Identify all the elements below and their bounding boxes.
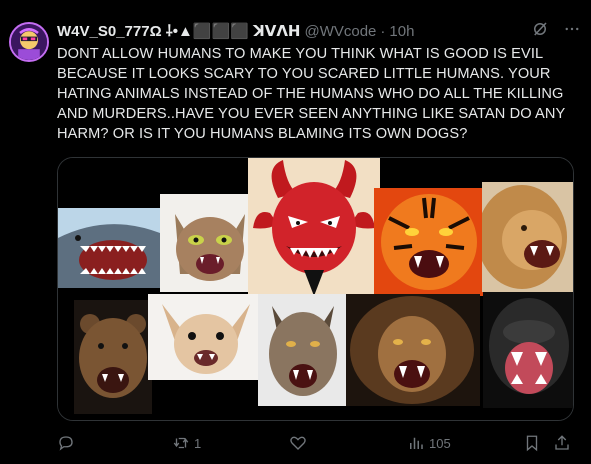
more-dots-icon[interactable] bbox=[563, 20, 581, 42]
chihuahua-image bbox=[148, 294, 264, 380]
views-bar-chart-icon bbox=[410, 437, 423, 449]
share-button[interactable] bbox=[553, 431, 571, 455]
tiger-image bbox=[374, 188, 484, 296]
tweet-media[interactable] bbox=[57, 157, 574, 421]
reply-button[interactable] bbox=[57, 431, 79, 455]
tweet-actions: 1 105 bbox=[57, 431, 577, 455]
bookmark-button[interactable] bbox=[523, 431, 541, 455]
retweet-button[interactable]: 1 bbox=[172, 431, 201, 455]
reply-icon bbox=[59, 436, 73, 451]
lion-image bbox=[482, 182, 573, 292]
bookmark-icon bbox=[526, 435, 538, 452]
shark-image bbox=[58, 208, 160, 288]
devil-image bbox=[248, 158, 380, 300]
heart-icon bbox=[290, 436, 306, 450]
retweet-count: 1 bbox=[194, 435, 202, 451]
cat-image bbox=[160, 194, 260, 292]
like-button[interactable] bbox=[289, 431, 311, 455]
display-name[interactable]: W4V_S0_777Ω ⸸•▲⬛⬛⬛ ꓘꓦꓥꓧ bbox=[57, 21, 300, 41]
gorilla-image bbox=[483, 292, 573, 408]
share-icon bbox=[555, 435, 569, 450]
user-handle[interactable]: @WVcode bbox=[304, 23, 376, 40]
header-actions bbox=[531, 20, 581, 42]
separator-dot: · bbox=[380, 22, 386, 40]
avatar-image bbox=[11, 24, 47, 60]
dark-lion-image bbox=[346, 294, 480, 406]
wolf-image bbox=[258, 294, 348, 406]
avatar[interactable] bbox=[9, 22, 49, 62]
tweet-header: W4V_S0_777Ω ⸸•▲⬛⬛⬛ ꓘꓦꓥꓧ @WVcode · 10h bbox=[57, 20, 581, 42]
tweet-text: DONT ALLOW HUMANS TO MAKE YOU THINK WHAT… bbox=[57, 46, 566, 142]
bear-image bbox=[74, 300, 152, 414]
timestamp[interactable]: 10h bbox=[389, 23, 414, 40]
grok-icon[interactable] bbox=[531, 20, 549, 42]
retweet-icon bbox=[173, 437, 189, 449]
views-count: 105 bbox=[429, 435, 451, 451]
media-collage bbox=[58, 158, 573, 420]
views-button[interactable]: 105 bbox=[407, 431, 451, 455]
